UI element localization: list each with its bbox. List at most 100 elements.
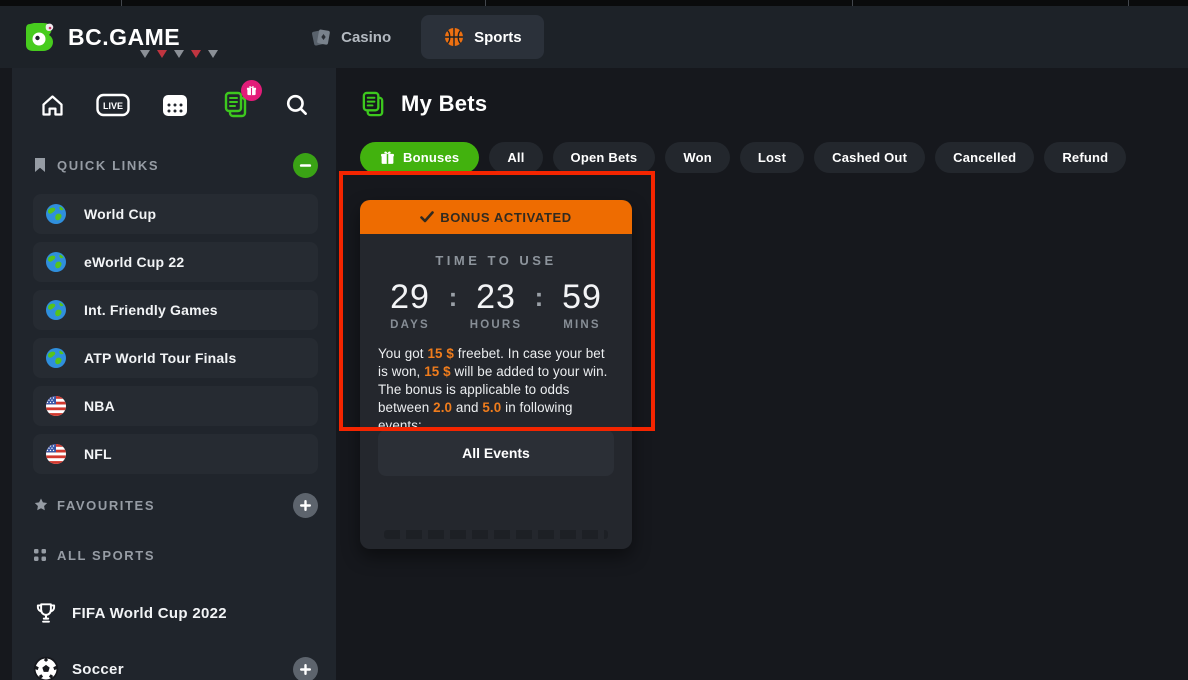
filter-label: Bonuses xyxy=(403,150,459,165)
sidebar: LIVE xyxy=(12,68,336,680)
filter-cancelled[interactable]: Cancelled xyxy=(935,142,1034,173)
favourites-header: FAVOURITES xyxy=(33,492,318,518)
quick-link-label: World Cup xyxy=(84,206,156,222)
countdown-mins-value: 59 xyxy=(546,280,618,314)
timer-title: TIME TO USE xyxy=(360,253,632,268)
sidebar-item-nfl[interactable]: NFL xyxy=(33,434,318,474)
countdown-days-value: 29 xyxy=(374,280,446,314)
usa-flag-icon xyxy=(45,395,67,417)
countdown-separator: : xyxy=(446,280,460,314)
quick-links-header: QUICK LINKS xyxy=(33,152,318,178)
basketball-icon xyxy=(443,26,465,48)
filter-open-bets[interactable]: Open Bets xyxy=(553,142,656,173)
tab-casino-label: Casino xyxy=(341,29,391,46)
filter-refund[interactable]: Refund xyxy=(1044,142,1126,173)
countdown-mins: 59 MINS xyxy=(546,280,618,331)
sport-label: Soccer xyxy=(72,661,124,678)
filter-label: Lost xyxy=(758,150,786,165)
bonus-gift-badge xyxy=(241,80,262,101)
bc-game-logo-icon xyxy=(22,18,60,56)
countdown-hours-value: 23 xyxy=(460,280,532,314)
tab-sports[interactable]: Sports xyxy=(421,15,544,59)
collapse-quick-links-button[interactable] xyxy=(293,153,318,178)
sidebar-item-eworld-cup-22[interactable]: eWorld Cup 22 xyxy=(33,242,318,282)
filter-bonuses[interactable]: Bonuses xyxy=(360,142,479,173)
countdown-hours-label: HOURS xyxy=(460,319,532,331)
quick-link-label: Int. Friendly Games xyxy=(84,302,218,318)
filter-won[interactable]: Won xyxy=(665,142,730,173)
live-events-icon[interactable]: LIVE xyxy=(96,88,130,122)
trophy-icon xyxy=(33,600,59,626)
quick-links-title: QUICK LINKS xyxy=(57,158,159,173)
check-icon xyxy=(420,211,434,223)
casino-cards-icon xyxy=(310,26,332,48)
bc-game-sports-page: BC.GAME Casino xyxy=(0,0,1188,680)
my-bets-header-icon xyxy=(360,90,387,119)
quick-link-label: NBA xyxy=(84,398,115,414)
bonus-status-text: BONUS ACTIVATED xyxy=(440,210,572,225)
globe-icon xyxy=(45,203,67,225)
filter-cashed-out[interactable]: Cashed Out xyxy=(814,142,925,173)
countdown-mins-label: MINS xyxy=(546,319,618,331)
star-icon xyxy=(33,497,57,513)
sidebar-item-soccer[interactable]: Soccer xyxy=(33,654,318,680)
sidebar-item-world-cup[interactable]: World Cup xyxy=(33,194,318,234)
bc-game-logo[interactable]: BC.GAME xyxy=(22,18,180,56)
expand-soccer-button[interactable] xyxy=(293,657,318,680)
faded-placeholder-row xyxy=(384,530,608,539)
calendar-icon[interactable] xyxy=(158,88,192,122)
logo-bunting-decoration xyxy=(140,50,218,58)
sidebar-item-atp-world-tour-finals[interactable]: ATP World Tour Finals xyxy=(33,338,318,378)
filter-label: All xyxy=(507,150,524,165)
all-events-button[interactable]: All Events xyxy=(378,430,614,476)
bonus-status-banner: BONUS ACTIVATED xyxy=(360,200,632,234)
page-header: My Bets xyxy=(360,86,1188,122)
all-events-label: All Events xyxy=(462,445,530,461)
bonus-description: You got 15 $ freebet. In case your bet i… xyxy=(378,345,614,435)
quick-link-label: NFL xyxy=(84,446,112,462)
countdown-hours: 23 HOURS xyxy=(460,280,532,331)
filter-all[interactable]: All xyxy=(489,142,542,173)
tab-sports-label: Sports xyxy=(474,29,522,46)
filter-lost[interactable]: Lost xyxy=(740,142,804,173)
countdown-days: 29 DAYS xyxy=(374,280,446,331)
home-icon[interactable] xyxy=(35,88,69,122)
freebet-amount: 15 $ xyxy=(427,346,453,361)
bc-game-logo-text: BC.GAME xyxy=(68,24,180,51)
page-title: My Bets xyxy=(401,91,487,117)
sport-label: FIFA World Cup 2022 xyxy=(72,605,227,622)
filter-label: Refund xyxy=(1062,150,1108,165)
win-amount: 15 $ xyxy=(424,364,450,379)
tab-casino[interactable]: Casino xyxy=(288,15,413,59)
countdown-separator: : xyxy=(532,280,546,314)
quick-links-list: World Cup eWorld Cup 22 Int. Friendly Ga… xyxy=(33,194,318,474)
sidebar-item-nba[interactable]: NBA xyxy=(33,386,318,426)
my-bets-icon[interactable] xyxy=(219,88,253,122)
live-badge-text: LIVE xyxy=(103,101,123,111)
gift-icon xyxy=(380,150,395,165)
sidebar-item-fifa-world-cup-2022[interactable]: FIFA World Cup 2022 xyxy=(33,598,318,628)
usa-flag-icon xyxy=(45,443,67,465)
favourites-title: FAVOURITES xyxy=(57,498,155,513)
main-content: My Bets Bonuses All Open Bets Won Lost C… xyxy=(336,68,1188,680)
globe-icon xyxy=(45,251,67,273)
filter-label: Open Bets xyxy=(571,150,638,165)
sidebar-nav-icons: LIVE xyxy=(33,88,318,122)
soccer-ball-icon xyxy=(33,656,59,680)
grid-icon xyxy=(33,548,57,562)
max-odds: 5.0 xyxy=(482,400,501,415)
quick-link-label: eWorld Cup 22 xyxy=(84,254,184,270)
globe-icon xyxy=(45,299,67,321)
filter-label: Won xyxy=(683,150,712,165)
sidebar-item-int-friendly-games[interactable]: Int. Friendly Games xyxy=(33,290,318,330)
search-icon[interactable] xyxy=(280,88,314,122)
all-sports-title: ALL SPORTS xyxy=(57,548,155,563)
add-favourite-button[interactable] xyxy=(293,493,318,518)
filter-label: Cancelled xyxy=(953,150,1016,165)
countdown-days-label: DAYS xyxy=(374,319,446,331)
bookmark-icon xyxy=(33,157,57,173)
min-odds: 2.0 xyxy=(433,400,452,415)
top-navigation-bar: BC.GAME Casino xyxy=(0,6,1188,68)
globe-icon xyxy=(45,347,67,369)
all-sports-header: ALL SPORTS xyxy=(33,542,318,568)
